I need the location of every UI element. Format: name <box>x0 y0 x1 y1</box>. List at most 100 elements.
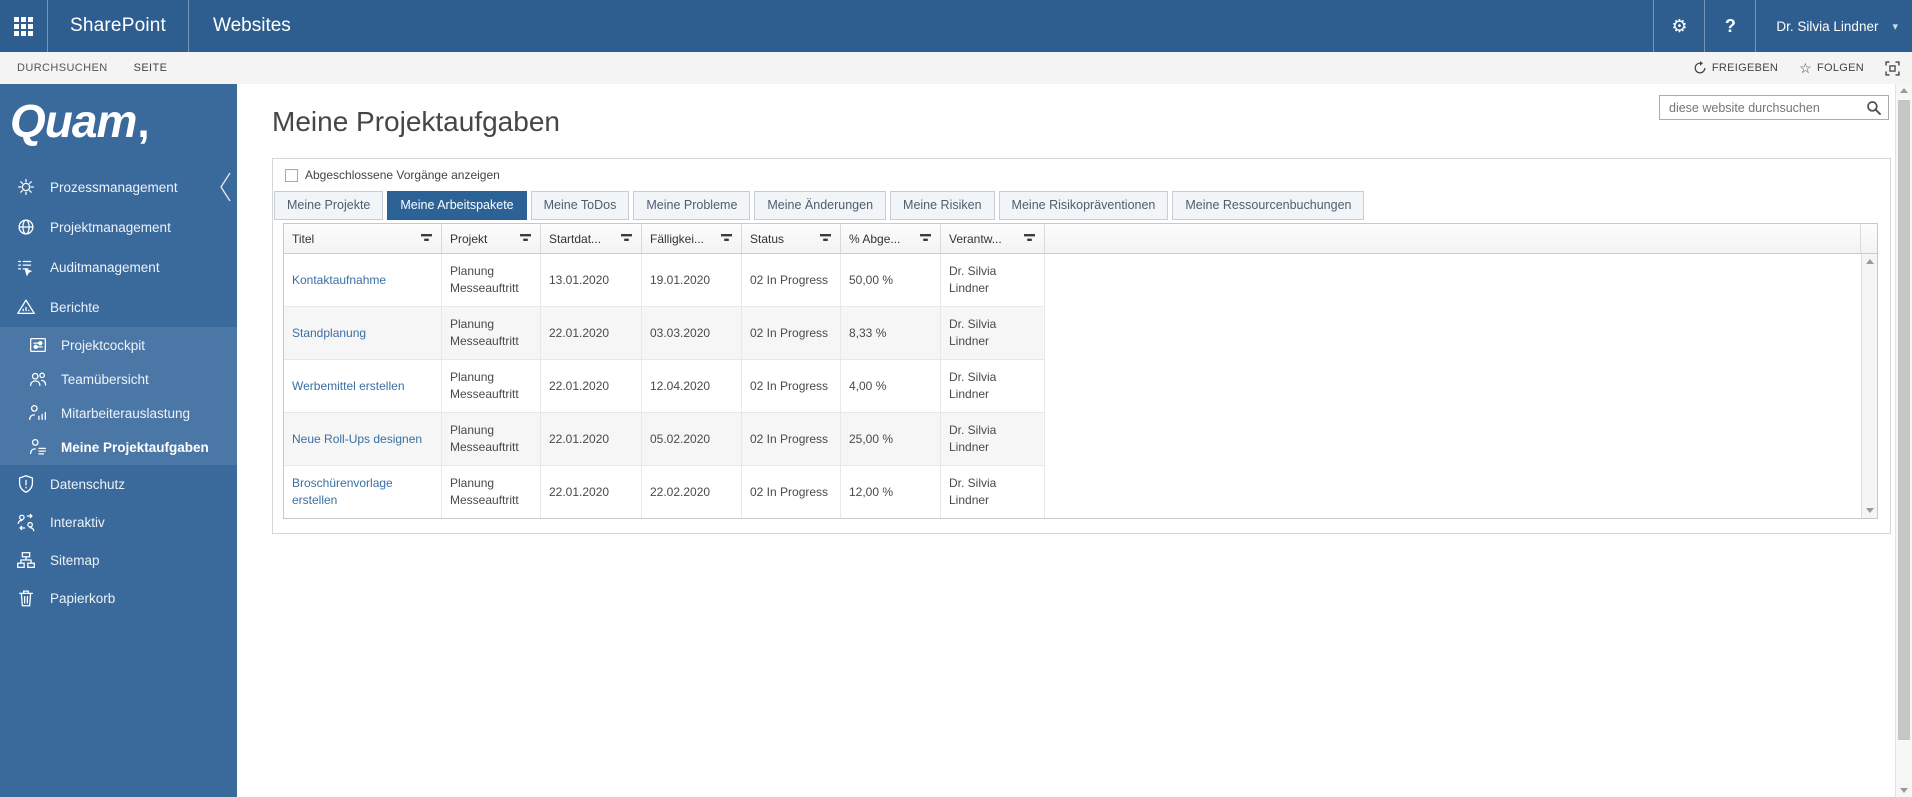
scroll-down-arrow-icon[interactable] <box>1866 508 1874 513</box>
sidebar-item-label: Prozessmanagement <box>50 179 178 195</box>
share-label: FREIGEBEN <box>1711 62 1779 74</box>
task-due-date: 05.02.2020 <box>642 413 742 465</box>
task-responsible: Dr. Silvia Lindner <box>941 466 1045 518</box>
task-title-link[interactable]: Broschürenvorlage erstellen <box>284 466 442 518</box>
sidebar-item-auditmanagement[interactable]: Auditmanagement <box>0 247 237 287</box>
table-row[interactable]: Neue Roll-Ups designen Planung Messeauft… <box>284 413 1045 466</box>
header-filler <box>1045 224 1860 253</box>
sidebar-item-sitemap[interactable]: Sitemap <box>0 541 237 579</box>
site-search-box[interactable] <box>1659 95 1889 120</box>
task-title-link[interactable]: Standplanung <box>284 307 442 359</box>
waffle-grid-icon <box>14 16 33 36</box>
sidebar-item-meine-projektaufgaben[interactable]: Meine Projektaufgaben <box>0 430 237 464</box>
ribbon-tab-page[interactable]: SEITE <box>134 62 168 74</box>
table-row[interactable]: Broschürenvorlage erstellen Planung Mess… <box>284 466 1045 518</box>
sidebar-item-projektcockpit[interactable]: Projektcockpit <box>0 328 237 362</box>
report-chart-icon <box>15 296 37 318</box>
column-header-titel[interactable]: Titel <box>284 224 442 253</box>
app-launcher-waffle-icon[interactable] <box>0 0 47 52</box>
suite-bar: SharePoint Websites ⚙ ? Dr. Silvia Lindn… <box>0 0 1912 52</box>
sidebar-item-prozessmanagement[interactable]: Prozessmanagement <box>0 167 237 207</box>
sharepoint-brand[interactable]: SharePoint <box>48 15 188 37</box>
sidebar-item-berichte[interactable]: Berichte <box>0 287 237 327</box>
task-project: Planung Messeauftritt <box>442 413 541 465</box>
share-button[interactable]: FREIGEBEN <box>1693 61 1778 75</box>
filter-icon[interactable] <box>1024 233 1036 244</box>
focus-on-content-button[interactable] <box>1885 60 1900 76</box>
team-people-icon <box>27 368 49 390</box>
column-header-status[interactable]: Status <box>742 224 841 253</box>
table-row[interactable]: Standplanung Planung Messeauftritt 22.01… <box>284 307 1045 360</box>
column-header-abgeschlossen[interactable]: % Abge... <box>841 224 941 253</box>
scrollbar-thumb[interactable] <box>1898 100 1910 740</box>
sidebar-navigation: Quam, Prozessmanagement Projektmanagemen… <box>0 84 237 797</box>
table-row[interactable]: Kontaktaufnahme Planung Messeauftritt 13… <box>284 254 1045 307</box>
task-status: 02 In Progress <box>742 466 841 518</box>
column-header-startdatum[interactable]: Startdat... <box>541 224 642 253</box>
filter-icon[interactable] <box>421 233 433 244</box>
cockpit-sliders-icon <box>27 334 49 356</box>
sidebar-item-interaktiv[interactable]: Interaktiv <box>0 503 237 541</box>
sidebar-item-teamuebersicht[interactable]: Teamübersicht <box>0 362 237 396</box>
scroll-up-arrow-icon[interactable] <box>1866 259 1874 264</box>
scroll-down-arrow-icon[interactable] <box>1900 788 1908 793</box>
sidebar-item-projektmanagement[interactable]: Projektmanagement <box>0 207 237 247</box>
settings-gear-icon[interactable]: ⚙ <box>1654 0 1704 52</box>
task-project: Planung Messeauftritt <box>442 254 541 306</box>
filter-icon[interactable] <box>820 233 832 244</box>
column-label: Titel <box>292 231 315 246</box>
ribbon-tab-browse[interactable]: DURCHSUCHEN <box>17 62 108 74</box>
filter-icon[interactable] <box>621 233 633 244</box>
grid-vertical-scrollbar[interactable] <box>1861 254 1877 518</box>
tab-meine-projekte[interactable]: Meine Projekte <box>274 191 384 220</box>
logo-comma-mark: , <box>137 98 149 147</box>
column-label: Verantw... <box>949 231 1002 246</box>
tab-meine-risikopraeventionen[interactable]: Meine Risikopräventionen <box>998 191 1169 220</box>
tab-meine-ressourcenbuchungen[interactable]: Meine Ressourcenbuchungen <box>1172 191 1365 220</box>
sidebar-item-mitarbeiterauslastung[interactable]: Mitarbeiterauslastung <box>0 396 237 430</box>
task-title-link[interactable]: Kontaktaufnahme <box>284 254 442 306</box>
sidebar-collapse-button[interactable] <box>217 170 233 204</box>
tab-meine-aenderungen[interactable]: Meine Änderungen <box>754 191 887 220</box>
tab-meine-todos[interactable]: Meine ToDos <box>530 191 630 220</box>
column-header-faelligkeit[interactable]: Fälligkei... <box>642 224 742 253</box>
grid-body: Kontaktaufnahme Planung Messeauftritt 13… <box>284 254 1877 518</box>
help-icon[interactable]: ? <box>1705 0 1755 52</box>
sidebar-item-label: Interaktiv <box>50 514 105 530</box>
search-icon[interactable] <box>1866 100 1882 116</box>
sidebar-item-papierkorb[interactable]: Papierkorb <box>0 579 237 617</box>
task-title-link[interactable]: Werbemittel erstellen <box>284 360 442 412</box>
task-title-link[interactable]: Neue Roll-Ups designen <box>284 413 442 465</box>
tab-meine-probleme[interactable]: Meine Probleme <box>633 191 751 220</box>
grid-header-row: Titel Projekt Startdat... Fälligkei... S… <box>284 224 1877 254</box>
sidebar-item-label: Teamübersicht <box>61 371 149 387</box>
user-menu[interactable]: Dr. Silvia Lindner ▾ <box>1756 0 1912 52</box>
scroll-up-arrow-icon[interactable] <box>1900 88 1908 93</box>
follow-button[interactable]: ☆ FOLGEN <box>1799 61 1864 75</box>
suitebar-section-label[interactable]: Websites <box>189 15 315 37</box>
page-vertical-scrollbar[interactable] <box>1895 84 1912 797</box>
column-header-projekt[interactable]: Projekt <box>442 224 541 253</box>
column-header-verantwortlich[interactable]: Verantw... <box>941 224 1045 253</box>
header-scrollbar-spacer <box>1860 224 1877 253</box>
show-completed-checkbox[interactable] <box>285 168 298 182</box>
tab-meine-arbeitspakete[interactable]: Meine Arbeitspakete <box>387 191 527 220</box>
task-start-date: 22.01.2020 <box>541 307 642 359</box>
follow-label: FOLGEN <box>1816 62 1864 74</box>
sidebar-item-label: Meine Projektaufgaben <box>61 439 209 455</box>
task-due-date: 22.02.2020 <box>642 466 742 518</box>
search-input[interactable] <box>1669 100 1866 115</box>
task-due-date: 19.01.2020 <box>642 254 742 306</box>
filter-icon[interactable] <box>721 233 733 244</box>
table-row[interactable]: Werbemittel erstellen Planung Messeauftr… <box>284 360 1045 413</box>
filter-icon[interactable] <box>520 233 532 244</box>
sidebar-submenu-berichte: Projektcockpit Teamübersicht Mitarbeiter… <box>0 327 237 466</box>
tab-meine-risiken[interactable]: Meine Risiken <box>890 191 995 220</box>
task-percent-complete: 4,00 % <box>841 360 941 412</box>
sitemap-icon <box>15 549 37 571</box>
globe-icon <box>15 216 37 238</box>
sidebar-item-datenschutz[interactable]: Datenschutz <box>0 465 237 503</box>
process-gear-icon <box>15 176 37 198</box>
filter-icon[interactable] <box>920 233 932 244</box>
task-percent-complete: 8,33 % <box>841 307 941 359</box>
